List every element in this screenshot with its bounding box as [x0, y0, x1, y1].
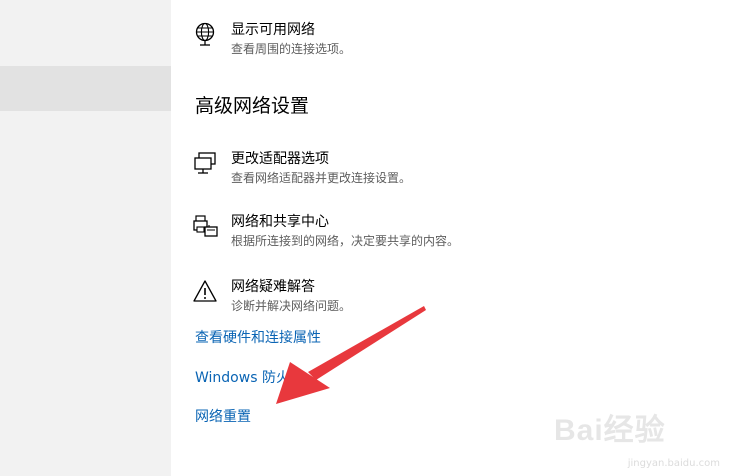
- sidebar-selected-item[interactable]: [0, 66, 171, 111]
- show-available-networks-option[interactable]: 显示可用网络 查看周围的连接选项。: [192, 21, 572, 61]
- show-available-networks-desc: 查看周围的连接选项。: [231, 42, 352, 56]
- warning-triangle-icon: [192, 278, 220, 306]
- watermark-url: jingyan.baidu.com: [627, 458, 720, 469]
- network-troubleshooter-desc: 诊断并解决网络问题。: [231, 299, 352, 313]
- baidu-jingyan-watermark: Bai经验 jingyan.baidu.com: [550, 406, 720, 470]
- network-troubleshooter-title: 网络疑难解答: [231, 279, 315, 295]
- windows-firewall-link[interactable]: Windows 防火墙: [195, 369, 304, 387]
- sharing-printer-icon: [192, 213, 220, 241]
- view-hardware-properties-link[interactable]: 查看硬件和连接属性: [195, 329, 321, 347]
- change-adapter-options-desc: 查看网络适配器并更改连接设置。: [231, 171, 412, 185]
- globe-network-icon: [192, 21, 220, 49]
- sidebar: [0, 0, 171, 476]
- advanced-network-settings-heading: 高级网络设置: [195, 95, 310, 117]
- adapter-monitor-icon: [192, 150, 220, 178]
- watermark-brand: Bai经验: [554, 414, 666, 447]
- network-sharing-center-desc: 根据所连接到的网络，决定要共享的内容。: [231, 234, 460, 248]
- network-reset-link[interactable]: 网络重置: [195, 408, 251, 426]
- change-adapter-options-option[interactable]: 更改适配器选项 查看网络适配器并更改连接设置。: [192, 150, 572, 190]
- show-available-networks-title: 显示可用网络: [231, 22, 315, 38]
- network-sharing-center-title: 网络和共享中心: [231, 214, 329, 230]
- network-sharing-center-option[interactable]: 网络和共享中心 根据所连接到的网络，决定要共享的内容。: [192, 213, 572, 253]
- network-troubleshooter-option[interactable]: 网络疑难解答 诊断并解决网络问题。: [192, 278, 572, 318]
- change-adapter-options-title: 更改适配器选项: [231, 151, 329, 167]
